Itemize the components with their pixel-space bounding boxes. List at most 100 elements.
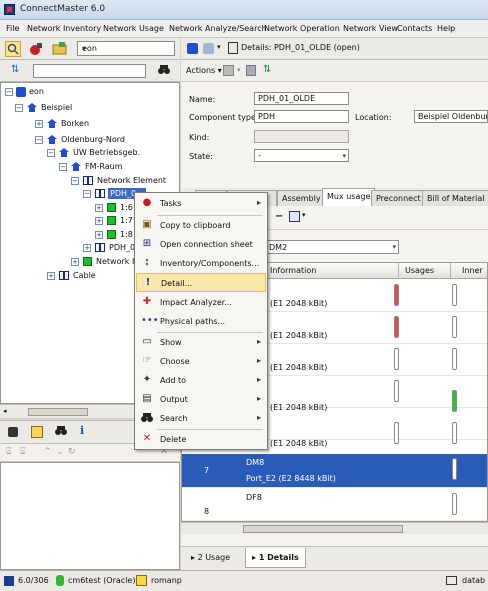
location-icon	[47, 119, 57, 128]
scroll-thumb[interactable]	[243, 525, 403, 533]
state-select[interactable]: - ▾	[254, 149, 349, 162]
menu-item-copy-to-clipboard[interactable]: ▣ Copy to clipboard	[136, 216, 266, 235]
info-icon[interactable]: i	[80, 424, 84, 437]
filter-add-icon[interactable]: ⍍	[20, 447, 25, 457]
port-icon	[107, 216, 116, 225]
panel-icon[interactable]	[446, 576, 457, 585]
header-usages[interactable]: Usages	[405, 266, 434, 275]
back-icon[interactable]	[187, 43, 198, 54]
minus-icon[interactable]: −	[275, 211, 283, 222]
table-icon[interactable]	[31, 426, 43, 438]
down-icon[interactable]: ⌄	[56, 447, 64, 457]
expand-icon[interactable]: +	[35, 120, 43, 128]
menu-item-detail[interactable]: ! Detail...	[136, 273, 266, 292]
print-icon[interactable]	[223, 65, 234, 76]
menu-network-inventory[interactable]: Network Inventory	[27, 24, 101, 33]
menu-help[interactable]: Help	[437, 24, 455, 33]
output-icon: ▤	[142, 393, 152, 404]
header-inner[interactable]: Inner	[462, 266, 483, 275]
tab-usage[interactable]: ▸ 2 Usage	[185, 548, 236, 568]
expand-icon[interactable]: +	[71, 258, 79, 266]
refresh-icon[interactable]: ⇅	[11, 64, 19, 75]
menu-item-show[interactable]: ▭ Show ▸	[136, 333, 266, 352]
menu-item-output[interactable]: ▤ Output ▸	[136, 390, 266, 409]
collapse-icon[interactable]: −	[15, 104, 23, 112]
collapse-icon[interactable]: −	[83, 190, 91, 198]
up-icon[interactable]: ⌃	[44, 447, 52, 457]
expand-icon[interactable]: +	[95, 204, 103, 212]
grid-horizontal-scrollbar[interactable]	[181, 522, 488, 534]
table-row-selected[interactable]: 7 DM8 Port_E2 (E2 8448 kBit)	[182, 454, 487, 488]
eon-icon	[16, 87, 26, 97]
menu-item-physical-paths[interactable]: ••• Physical paths...	[136, 312, 266, 331]
menu-item-impact-analyzer[interactable]: ✚ Impact Analyzer...	[136, 293, 266, 312]
menu-network-view[interactable]: Network View	[343, 24, 398, 33]
magnify-icon[interactable]	[5, 41, 21, 57]
clipboard-icon: ▣	[142, 219, 152, 230]
binoculars-icon[interactable]	[158, 64, 170, 78]
menu-item-open-connection-sheet[interactable]: ⊞ Open connection sheet	[136, 235, 266, 254]
view-icon[interactable]	[289, 211, 300, 222]
menu-file[interactable]: File	[6, 24, 19, 33]
menu-item-add-to[interactable]: ✦ Add to ▸	[136, 371, 266, 390]
menu-item-search[interactable]: Search ▸	[136, 409, 266, 428]
chevron-down-icon[interactable]: ▾	[217, 43, 221, 51]
pdh-icon	[95, 243, 105, 252]
actions-menu[interactable]: Actions ▾	[186, 66, 222, 75]
bottom-tabs: ▸ 2 Usage ▸ 1 Details	[181, 546, 488, 570]
menu-item-delete[interactable]: ✕ Delete	[136, 430, 266, 449]
network-element-icon[interactable]	[28, 41, 44, 57]
tab-bill-of-material[interactable]: Bill of Material	[422, 190, 488, 206]
inner-indicator	[452, 458, 457, 480]
save-icon[interactable]	[246, 65, 256, 76]
tab-details[interactable]: ▸ 1 Details	[245, 548, 306, 568]
camera-icon[interactable]	[8, 427, 18, 437]
app-icon	[4, 4, 15, 15]
pdh-icon	[95, 189, 105, 198]
collapse-icon[interactable]: −	[71, 177, 79, 185]
database-icon	[56, 575, 64, 586]
header-information[interactable]: Information	[270, 266, 316, 275]
filter-icon[interactable]: ⍍	[6, 447, 11, 457]
scope-combo[interactable]: eon ▾	[77, 41, 175, 56]
tree-search-bar: ⇅	[0, 60, 180, 82]
mux-combo[interactable]: DM2 ▾	[265, 240, 399, 254]
chevron-down-icon[interactable]: ▾	[237, 66, 241, 74]
collapse-icon[interactable]: −	[47, 149, 55, 157]
refresh-icon[interactable]: ⇅	[263, 64, 271, 75]
collapse-icon[interactable]: −	[5, 88, 13, 96]
menu-item-inventory-components[interactable]: ⦂ Inventory/Components...	[136, 254, 266, 273]
title-bar: ConnectMaster 6.0	[0, 0, 488, 20]
menu-bar: File Network Inventory Network Usage Net…	[0, 20, 488, 38]
tab-assembly[interactable]: Assembly	[277, 190, 326, 206]
menu-network-usage[interactable]: Network Usage	[103, 24, 164, 33]
tab-preconnect[interactable]: Preconnect	[371, 190, 426, 206]
refresh-icon[interactable]: ↻	[68, 447, 76, 457]
expand-icon[interactable]: +	[95, 231, 103, 239]
scroll-left-icon[interactable]: ◂	[3, 407, 7, 415]
expand-icon[interactable]: +	[83, 244, 91, 252]
chevron-down-icon[interactable]: ▾	[302, 211, 306, 219]
details-title: Details: PDH_01_OLDE (open)	[241, 43, 360, 52]
binoculars-icon[interactable]	[55, 425, 67, 439]
table-row[interactable]: 8 DF8	[182, 489, 487, 521]
expand-icon[interactable]: +	[47, 272, 55, 280]
tab-mux-usage[interactable]: Mux usage	[322, 188, 376, 206]
context-menu: ● Tasks ▸ ▣ Copy to clipboard ⊞ Open con…	[134, 192, 268, 450]
tree-search-input[interactable]	[33, 64, 146, 78]
scroll-thumb[interactable]	[28, 408, 88, 416]
folder-icon[interactable]	[52, 41, 68, 57]
collapse-icon[interactable]: −	[59, 163, 67, 171]
expand-icon[interactable]: +	[95, 217, 103, 225]
actions-bar: Actions ▾ ▾ ⇅	[181, 60, 488, 82]
menu-item-choose[interactable]: ☞ Choose ▸	[136, 352, 266, 371]
inner-indicator	[452, 493, 457, 515]
menu-network-operation[interactable]: Network Operation	[264, 24, 340, 33]
name-field[interactable]: PDH_01_OLDE	[254, 92, 349, 105]
menu-item-tasks[interactable]: ● Tasks ▸	[136, 194, 266, 213]
forward-icon[interactable]	[203, 43, 214, 54]
physical-paths-icon: •••	[141, 315, 159, 326]
menu-network-analyze-search[interactable]: Network Analyze/Search	[169, 24, 267, 33]
collapse-icon[interactable]: −	[35, 136, 43, 144]
menu-contacts[interactable]: Contacts	[397, 24, 432, 33]
